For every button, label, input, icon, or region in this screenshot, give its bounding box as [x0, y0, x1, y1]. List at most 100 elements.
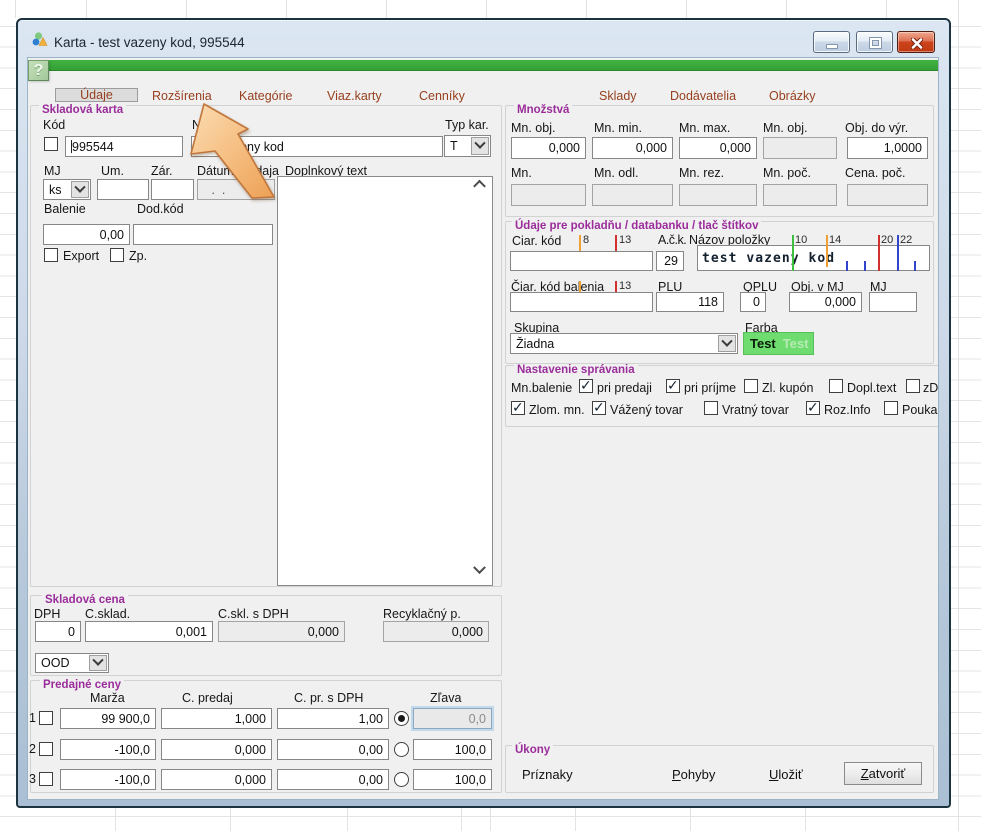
- scroll-up-icon[interactable]: [475, 183, 485, 193]
- dodkod-input[interactable]: [133, 224, 273, 245]
- dialog-client-area: ? Údaje Rozšírenia Kategórie Viaz.karty …: [28, 58, 938, 799]
- price-row2-radio[interactable]: [394, 742, 409, 757]
- cprsdph-input-2[interactable]: 0,00: [277, 739, 389, 760]
- mn-obj2-input[interactable]: [763, 137, 837, 159]
- tab-kategorie[interactable]: Kategórie: [239, 89, 293, 103]
- export-checkbox[interactable]: [44, 248, 58, 262]
- minimize-icon: [826, 44, 838, 49]
- cpredaj-input-2[interactable]: 0,000: [161, 739, 272, 760]
- tab-sklady[interactable]: Sklady: [599, 89, 637, 103]
- farba-swatch[interactable]: Test Test: [743, 332, 814, 355]
- vratny-checkbox[interactable]: [704, 401, 718, 415]
- zatvorit-button[interactable]: Zatvoriť: [844, 762, 922, 785]
- csklad-input[interactable]: 0,001: [85, 621, 213, 642]
- priznaky-button[interactable]: Príznaky: [522, 767, 573, 782]
- price-row2-checkbox[interactable]: [39, 742, 53, 756]
- zar-input[interactable]: [151, 179, 194, 200]
- titlebar[interactable]: Karta - test vazeny kod, 995544: [18, 20, 949, 58]
- typkar-combo[interactable]: T: [444, 135, 491, 157]
- price-row1-radio[interactable]: [394, 711, 409, 726]
- zlommn-checkbox[interactable]: [511, 401, 525, 415]
- minimize-button[interactable]: [813, 31, 850, 53]
- mn-obj-input[interactable]: 0,000: [511, 137, 586, 159]
- ack-input[interactable]: 29: [656, 251, 684, 271]
- scroll-down-icon[interactable]: [475, 566, 485, 576]
- mn-odl-input[interactable]: [592, 184, 673, 206]
- mn-input[interactable]: [511, 184, 586, 206]
- close-button[interactable]: [897, 31, 935, 53]
- cpredaj-input-1[interactable]: 1,000: [161, 708, 272, 729]
- cskldph-input[interactable]: 0,000: [218, 621, 345, 642]
- marza-input-3[interactable]: -100,0: [60, 769, 156, 790]
- ood-combo-arrow[interactable]: [89, 655, 107, 671]
- ciarkodbal-input[interactable]: [510, 292, 653, 312]
- skupina-combo-arrow[interactable]: [718, 335, 736, 352]
- plu-input[interactable]: 118: [656, 292, 724, 312]
- zd-checkbox[interactable]: [906, 379, 920, 393]
- tab-dodavatelia[interactable]: Dodávatelia: [670, 89, 736, 103]
- price-row1-checkbox[interactable]: [39, 711, 53, 725]
- cpredaj-input-3[interactable]: 0,000: [161, 769, 272, 790]
- nazov-polozky-input[interactable]: test vazeny kod: [697, 245, 930, 271]
- pripredaji-checkbox[interactable]: [579, 379, 593, 393]
- dopltext-checkbox[interactable]: [829, 379, 843, 393]
- tab-obrazky[interactable]: Obrázky: [769, 89, 816, 103]
- rozinfo-checkbox[interactable]: [806, 401, 820, 415]
- recykl-input[interactable]: 0,000: [383, 621, 489, 642]
- kod-checkbox[interactable]: [44, 137, 58, 151]
- qplu-input[interactable]: 0: [740, 292, 766, 312]
- um-input[interactable]: [97, 179, 149, 200]
- tab-viazkarty[interactable]: Viaz.karty: [327, 89, 382, 103]
- maximize-icon: [870, 38, 881, 48]
- objvmj-input[interactable]: 0,000: [789, 292, 862, 312]
- balenie-input[interactable]: 0,00: [43, 224, 130, 245]
- tab-udaje[interactable]: Údaje: [55, 88, 138, 102]
- kod-input[interactable]: 995544: [65, 136, 183, 157]
- ciarkod-input[interactable]: [510, 251, 653, 271]
- group-skladova-cena-title: Skladová cena: [42, 594, 128, 606]
- dopltext-textarea[interactable]: [277, 176, 493, 586]
- skupina-combo[interactable]: Žiadna: [510, 333, 738, 354]
- vazeny-checkbox[interactable]: [592, 401, 606, 415]
- cprsdph-input-3[interactable]: 0,00: [277, 769, 389, 790]
- ciarkod-label: Ciar. kód: [512, 235, 561, 248]
- nazov-input[interactable]: test vazeny kod: [191, 136, 443, 157]
- mn-rez-input[interactable]: [679, 184, 757, 206]
- zlava-input-1[interactable]: 0,0: [413, 708, 492, 729]
- tab-cenniky[interactable]: Cenníky: [419, 89, 465, 103]
- ciarkodbal-mark-13: 13: [619, 281, 631, 292]
- zlkupon-checkbox[interactable]: [744, 379, 758, 393]
- price-row3-radio[interactable]: [394, 772, 409, 787]
- ulozit-button[interactable]: Uložiť: [769, 767, 803, 782]
- zp-checkbox[interactable]: [110, 248, 124, 262]
- marza-input-1[interactable]: 99 900,0: [60, 708, 156, 729]
- export-label: Export: [63, 250, 99, 263]
- mn-odl-label: Mn. odl.: [594, 167, 638, 180]
- mn-min-input[interactable]: 0,000: [592, 137, 673, 159]
- priprijme-checkbox[interactable]: [666, 379, 680, 393]
- zlava-input-3[interactable]: 100,0: [413, 769, 492, 790]
- zlava-input-2[interactable]: 100,0: [413, 739, 492, 760]
- help-button[interactable]: ?: [28, 60, 49, 81]
- price-row3-checkbox[interactable]: [39, 772, 53, 786]
- close-icon: [911, 38, 923, 49]
- tab-rozsirenia[interactable]: Rozšírenia: [152, 89, 212, 103]
- marza-input-2[interactable]: -100,0: [60, 739, 156, 760]
- cena-poc-input[interactable]: [847, 184, 928, 206]
- pouka-checkbox[interactable]: [884, 401, 898, 415]
- maximize-button[interactable]: [856, 31, 893, 53]
- zlommn-label: Zlom. mn.: [529, 404, 585, 417]
- pohyby-button[interactable]: Pohyby: [672, 767, 715, 782]
- obj-do-vyr-input[interactable]: 1,0000: [847, 137, 928, 159]
- mj-combo-arrow[interactable]: [71, 181, 89, 198]
- datum-input[interactable]: . .: [197, 179, 275, 200]
- dph-input[interactable]: 0: [35, 621, 81, 642]
- mj-combo[interactable]: ks: [43, 179, 91, 200]
- typkar-combo-arrow[interactable]: [471, 137, 489, 155]
- mj2-input[interactable]: [869, 292, 917, 312]
- mn-poc-input[interactable]: [763, 184, 837, 206]
- ciarkod-mark-8: 8: [583, 235, 589, 246]
- cprsdph-input-1[interactable]: 1,00: [277, 708, 389, 729]
- ood-combo[interactable]: OOD: [35, 653, 109, 673]
- mn-max-input[interactable]: 0,000: [679, 137, 757, 159]
